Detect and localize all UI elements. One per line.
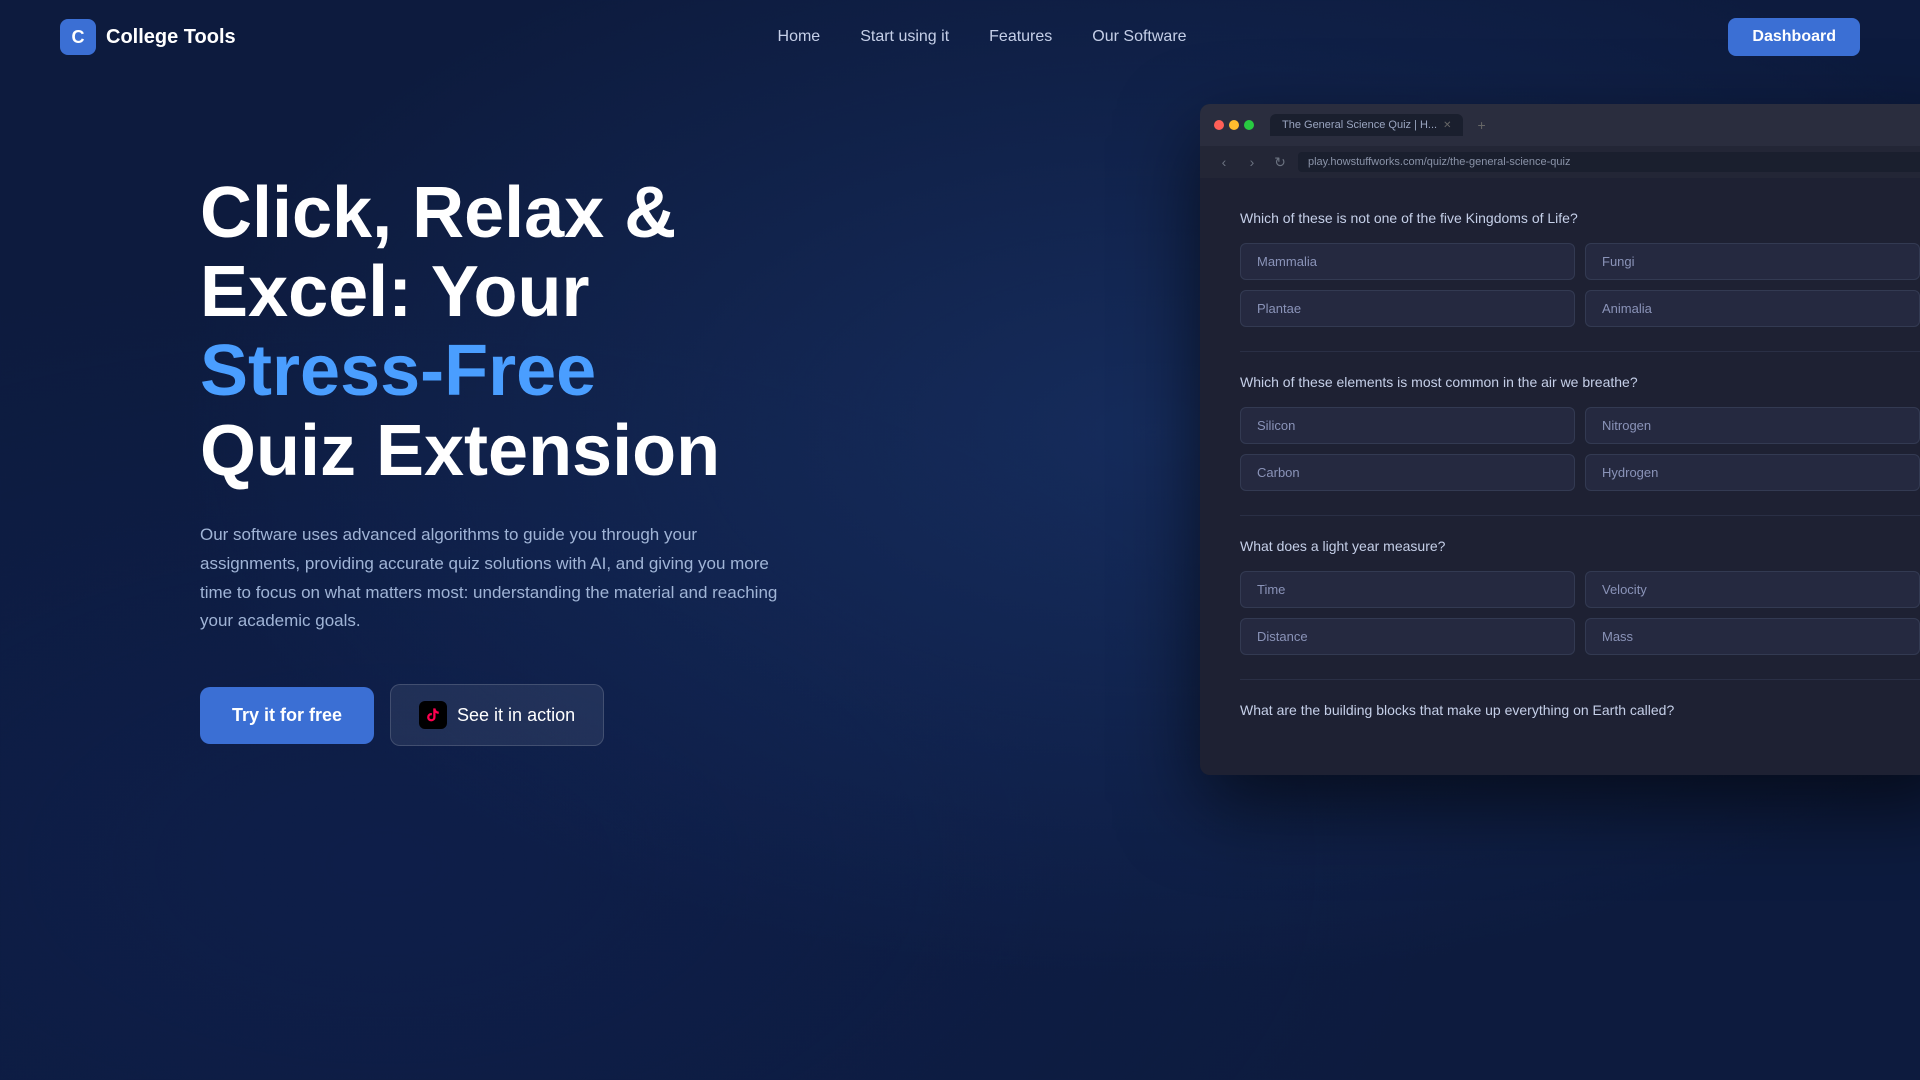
logo-icon: C — [60, 19, 96, 55]
back-icon[interactable]: ‹ — [1214, 152, 1234, 172]
divider-2 — [1240, 515, 1920, 516]
answer-fungi[interactable]: Fungi — [1585, 243, 1920, 280]
headline-line2: Excel: Your — [200, 252, 590, 332]
browser-nav: ‹ › ↻ play.howstuffworks.com/quiz/the-ge… — [1200, 146, 1920, 178]
see-action-button[interactable]: See it in action — [390, 684, 604, 746]
minimize-dot — [1229, 120, 1239, 130]
question-2: Which of these elements is most common i… — [1240, 372, 1920, 491]
browser-titlebar: The General Science Quiz | H... ✕ + — [1200, 104, 1920, 146]
answer-mammalia[interactable]: Mammalia — [1240, 243, 1575, 280]
question-1-text: Which of these is not one of the five Ki… — [1240, 208, 1920, 229]
tab-close-icon[interactable]: ✕ — [1443, 120, 1451, 131]
headline-line1: Click, Relax & — [200, 173, 676, 253]
try-free-button[interactable]: Try it for free — [200, 687, 374, 744]
cta-buttons: Try it for free See it in action — [200, 684, 780, 746]
maximize-dot — [1244, 120, 1254, 130]
dashboard-button[interactable]: Dashboard — [1728, 18, 1860, 56]
nav-link-features[interactable]: Features — [989, 28, 1052, 45]
answer-grid-1: Mammalia Fungi Plantae Animalia — [1240, 243, 1920, 327]
brand-name: College Tools — [106, 26, 236, 49]
question-2-text: Which of these elements is most common i… — [1240, 372, 1920, 393]
new-tab-icon[interactable]: + — [1477, 117, 1485, 133]
tiktok-icon — [419, 701, 447, 729]
answer-silicon[interactable]: Silicon — [1240, 407, 1575, 444]
divider-3 — [1240, 679, 1920, 680]
see-action-label: See it in action — [457, 705, 575, 726]
answer-distance[interactable]: Distance — [1240, 618, 1575, 655]
forward-icon[interactable]: › — [1242, 152, 1262, 172]
close-dot — [1214, 120, 1224, 130]
answer-time[interactable]: Time — [1240, 571, 1575, 608]
nav-item-software[interactable]: Our Software — [1092, 28, 1186, 46]
answer-mass[interactable]: Mass — [1585, 618, 1920, 655]
nav-item-features[interactable]: Features — [989, 28, 1052, 46]
question-3: What does a light year measure? Time Vel… — [1240, 536, 1920, 655]
question-4: What are the building blocks that make u… — [1240, 700, 1920, 721]
hero-section: Click, Relax & Excel: Your Stress-Free Q… — [200, 134, 780, 746]
navbar: C College Tools Home Start using it Feat… — [0, 0, 1920, 74]
answer-hydrogen[interactable]: Hydrogen — [1585, 454, 1920, 491]
nav-item-home[interactable]: Home — [778, 28, 821, 46]
nav-link-start[interactable]: Start using it — [860, 28, 949, 45]
browser-mockup: The General Science Quiz | H... ✕ + ‹ › … — [1200, 104, 1920, 775]
answer-grid-3: Time Velocity Distance Mass — [1240, 571, 1920, 655]
answer-nitrogen[interactable]: Nitrogen — [1585, 407, 1920, 444]
divider-1 — [1240, 351, 1920, 352]
answer-velocity[interactable]: Velocity — [1585, 571, 1920, 608]
question-3-text: What does a light year measure? — [1240, 536, 1920, 557]
hero-headline: Click, Relax & Excel: Your Stress-Free Q… — [200, 174, 780, 491]
logo-area[interactable]: C College Tools — [60, 19, 236, 55]
nav-links: Home Start using it Features Our Softwar… — [778, 28, 1187, 46]
nav-link-home[interactable]: Home — [778, 28, 821, 45]
window-controls — [1214, 120, 1254, 130]
answer-animalia[interactable]: Animalia — [1585, 290, 1920, 327]
question-1: Which of these is not one of the five Ki… — [1240, 208, 1920, 327]
nav-link-software[interactable]: Our Software — [1092, 28, 1186, 45]
headline-line3: Quiz Extension — [200, 411, 720, 491]
hero-description: Our software uses advanced algorithms to… — [200, 521, 780, 637]
answer-grid-2: Silicon Nitrogen Carbon Hydrogen — [1240, 407, 1920, 491]
answer-carbon[interactable]: Carbon — [1240, 454, 1575, 491]
reload-icon[interactable]: ↻ — [1270, 152, 1290, 172]
url-bar[interactable]: play.howstuffworks.com/quiz/the-general-… — [1298, 152, 1920, 172]
nav-item-start[interactable]: Start using it — [860, 28, 949, 46]
tab-title: The General Science Quiz | H... — [1282, 119, 1437, 131]
main-content: Click, Relax & Excel: Your Stress-Free Q… — [0, 74, 1920, 746]
answer-plantae[interactable]: Plantae — [1240, 290, 1575, 327]
question-4-text: What are the building blocks that make u… — [1240, 700, 1920, 721]
browser-tab[interactable]: The General Science Quiz | H... ✕ — [1270, 114, 1463, 136]
logo-letter: C — [72, 27, 85, 48]
headline-highlight: Stress-Free — [200, 331, 596, 411]
browser-content: Which of these is not one of the five Ki… — [1200, 178, 1920, 775]
